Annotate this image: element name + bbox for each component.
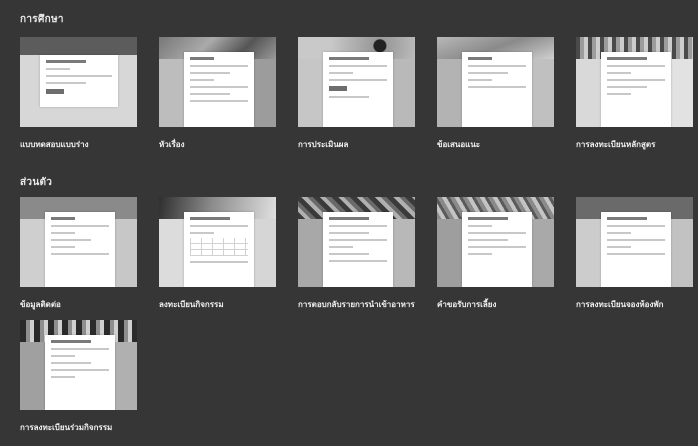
template-thumbnail[interactable] bbox=[20, 197, 137, 287]
template-card[interactable]: ข้อมูลติดต่อ bbox=[20, 197, 137, 311]
template-thumbnail[interactable] bbox=[159, 37, 276, 127]
template-label[interactable]: แบบทดสอบแบบร่าง bbox=[20, 138, 137, 151]
template-card[interactable]: แบบทดสอบแบบร่าง bbox=[20, 37, 137, 151]
template-grid-personal: ข้อมูลติดต่อ ลงทะเบียนกิจกรรม การตอบกลับ… bbox=[20, 197, 693, 311]
template-card[interactable]: การประเมินผล bbox=[298, 37, 415, 151]
template-thumbnail[interactable] bbox=[20, 320, 137, 410]
template-grid-education: แบบทดสอบแบบร่าง หัวเรื่อง การประเมินผล ข… bbox=[20, 37, 693, 151]
template-grid-personal-row2: การลงทะเบียนร่วมกิจกรรม bbox=[20, 320, 137, 434]
template-thumbnail[interactable] bbox=[576, 37, 693, 127]
template-thumbnail[interactable] bbox=[298, 197, 415, 287]
template-label[interactable]: ลงทะเบียนกิจกรรม bbox=[159, 298, 276, 311]
thumbnail-sheet bbox=[601, 52, 671, 127]
template-thumbnail[interactable] bbox=[20, 37, 137, 127]
thumbnail-sheet bbox=[323, 212, 393, 287]
template-thumbnail[interactable] bbox=[298, 37, 415, 127]
template-card[interactable]: หัวเรื่อง bbox=[159, 37, 276, 151]
thumbnail-sheet bbox=[601, 212, 671, 287]
template-label[interactable]: การลงทะเบียนหลักสูตร bbox=[576, 138, 693, 151]
thumbnail-sheet bbox=[323, 52, 393, 127]
template-card[interactable]: การลงทะเบียนร่วมกิจกรรม bbox=[20, 320, 137, 434]
template-thumbnail[interactable] bbox=[437, 37, 554, 127]
template-card[interactable]: ลงทะเบียนกิจกรรม bbox=[159, 197, 276, 311]
thumbnail-sheet bbox=[184, 212, 254, 287]
template-label[interactable]: การลงทะเบียนร่วมกิจกรรม bbox=[20, 421, 137, 434]
template-label[interactable]: ข้อเสนอแนะ bbox=[437, 138, 554, 151]
thumbnail-sheet bbox=[45, 212, 115, 287]
thumbnail-header bbox=[20, 37, 137, 55]
template-card[interactable]: การลงทะเบียนจองห้องพัก bbox=[576, 197, 693, 311]
section-title-personal: ส่วนตัว bbox=[20, 177, 53, 188]
thumbnail-sheet bbox=[462, 52, 532, 127]
template-card[interactable]: ข้อเสนอแนะ bbox=[437, 37, 554, 151]
thumbnail-sheet bbox=[45, 335, 115, 410]
template-thumbnail[interactable] bbox=[159, 197, 276, 287]
template-thumbnail[interactable] bbox=[437, 197, 554, 287]
template-card[interactable]: การตอบกลับรายการนำเข้าอาหาร bbox=[298, 197, 415, 311]
template-label[interactable]: ข้อมูลติดต่อ bbox=[20, 298, 137, 311]
template-thumbnail[interactable] bbox=[576, 197, 693, 287]
template-label[interactable]: การประเมินผล bbox=[298, 138, 415, 151]
template-label[interactable]: การลงทะเบียนจองห้องพัก bbox=[576, 298, 693, 311]
thumbnail-sheet bbox=[462, 212, 532, 287]
template-gallery: การศึกษา แบบทดสอบแบบร่าง หัวเรื่อง การปร… bbox=[0, 0, 698, 446]
section-title-education: การศึกษา bbox=[20, 14, 64, 25]
template-label[interactable]: การตอบกลับรายการนำเข้าอาหาร bbox=[298, 298, 415, 311]
template-card[interactable]: คำขอรับการเลี้ยง bbox=[437, 197, 554, 311]
template-label[interactable]: หัวเรื่อง bbox=[159, 138, 276, 151]
thumbnail-sheet bbox=[184, 52, 254, 127]
template-card[interactable]: การลงทะเบียนหลักสูตร bbox=[576, 37, 693, 151]
thumbnail-sheet bbox=[40, 55, 118, 107]
template-label[interactable]: คำขอรับการเลี้ยง bbox=[437, 298, 554, 311]
